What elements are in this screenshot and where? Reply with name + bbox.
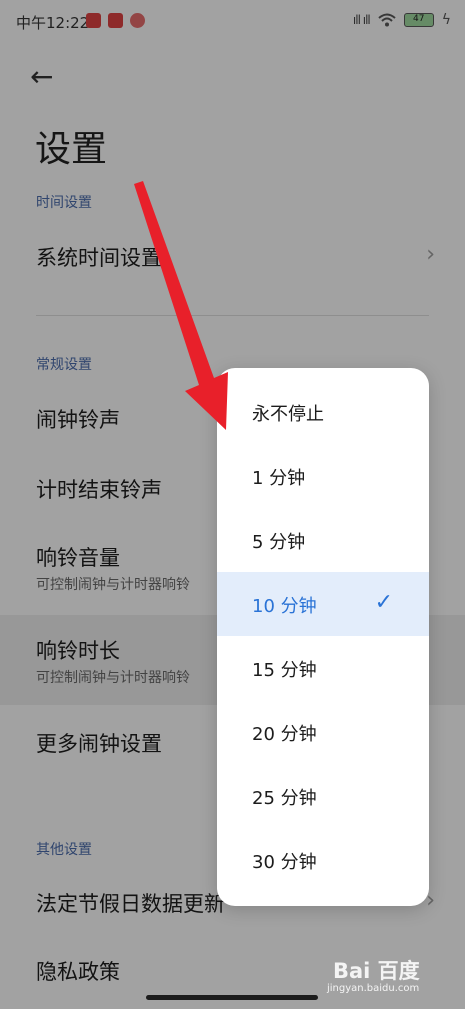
dropdown-option[interactable]: 1 分钟 (217, 444, 429, 508)
option-label: 15 分钟 (252, 660, 317, 681)
home-indicator[interactable] (146, 995, 318, 1000)
option-label: 永不停止 (252, 404, 324, 425)
dropdown-option[interactable]: 20 分钟 (217, 700, 429, 764)
baidu-watermark: Bai 百度 jingyan.baidu.com (327, 955, 437, 1001)
dropdown-option[interactable]: 永不停止 (217, 380, 429, 444)
watermark-logo: Bai 百度 (333, 959, 420, 983)
ring-duration-dropdown: 永不停止 1 分钟 5 分钟 10 分钟 ✓ 15 分钟 20 分钟 25 分钟… (217, 368, 429, 906)
check-icon: ✓ (374, 590, 393, 615)
option-label: 30 分钟 (252, 852, 317, 873)
dropdown-option-selected[interactable]: 10 分钟 ✓ (217, 572, 429, 636)
dropdown-option[interactable]: 30 分钟 (217, 828, 429, 892)
dropdown-option[interactable]: 15 分钟 (217, 636, 429, 700)
option-label: 25 分钟 (252, 788, 317, 809)
option-label: 1 分钟 (252, 468, 306, 489)
option-label: 5 分钟 (252, 532, 306, 553)
dropdown-option[interactable]: 5 分钟 (217, 508, 429, 572)
option-label: 10 分钟 (252, 596, 317, 617)
dropdown-option[interactable]: 25 分钟 (217, 764, 429, 828)
watermark-url: jingyan.baidu.com (327, 983, 420, 994)
option-label: 20 分钟 (252, 724, 317, 745)
